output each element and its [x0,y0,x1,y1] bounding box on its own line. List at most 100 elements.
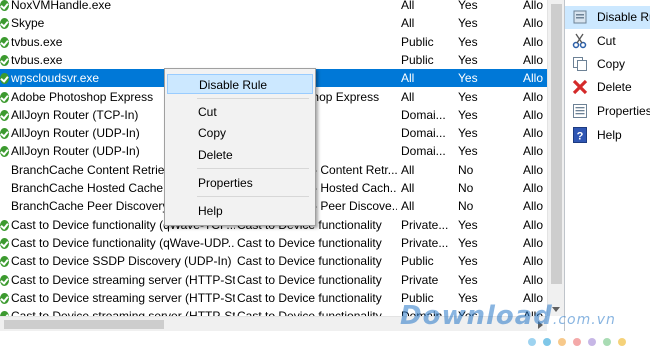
watermark-logo: Download.com.vn [400,301,616,331]
cell-enabled: Yes [458,126,478,141]
vertical-scroll-thumb[interactable] [551,4,562,284]
allow-rule-icon [0,36,9,48]
watermark-dot [588,338,596,346]
action-cut[interactable]: Cut [565,30,650,53]
cell-profile: All [401,181,415,195]
cell-action: Allo [523,162,544,177]
cell-profile: All [401,89,415,104]
cell-enabled: Yes [458,144,478,159]
cell-profile: Domai... [401,144,446,159]
menu-item-properties[interactable]: Properties [167,173,313,193]
cell-enabled: Yes [458,107,478,122]
watermark-dot [618,338,626,346]
watermark-main: Download [400,301,553,331]
cell-enabled: Yes [458,89,478,104]
action-delete[interactable]: Delete [565,76,650,99]
cell-enabled: No [458,181,474,195]
allow-rule-icon [0,73,9,85]
menu-item-label: Cut [198,105,217,119]
cell-enabled: Yes [458,235,478,250]
action-label: Delete [597,80,632,94]
properties-icon [573,104,587,118]
action-properties[interactable]: Properties [565,100,650,123]
context-menu: Disable Rule Cut Copy Delete Properties … [164,68,316,226]
cell-action: Allo [523,89,544,104]
action-help[interactable]: ? Help [565,124,650,147]
cell-profile: All [401,199,415,214]
delete-x-icon [572,79,588,95]
cell-profile: Private... [401,235,449,250]
cell-profile: All [401,71,415,86]
cell-group: Cast to Device functionality [237,235,382,250]
menu-item-help[interactable]: Help [167,201,313,221]
action-label: Help [597,128,622,142]
cell-action: Allo [523,144,544,159]
menu-item-copy[interactable]: Copy [167,123,313,143]
cell-profile: Public [401,34,434,49]
action-label: Properties [597,104,650,118]
cell-action: Allo [523,235,544,250]
table-row[interactable]: tvbus.exe Public Yes Allo [0,33,547,51]
copy-icon [573,57,587,71]
allow-rule-icon [0,256,9,268]
vertical-scrollbar[interactable] [547,0,565,316]
bottom-strip [0,331,650,350]
menu-item-delete[interactable]: Delete [167,145,313,165]
menu-item-label: Disable Rule [199,78,268,92]
action-copy[interactable]: Copy [565,53,650,76]
watermark-dot [528,338,536,346]
cell-profile: Private [401,272,439,287]
action-label: Disable Rule [597,10,650,24]
table-row[interactable]: Skype All Yes Allo [0,14,547,32]
allow-rule-icon [0,128,9,140]
table-row[interactable]: Cast to Device streaming server (HTTP-St… [0,271,547,289]
cell-action: Allo [523,52,544,67]
menu-item-disable-rule[interactable]: Disable Rule [167,74,313,94]
cell-action: Allo [523,254,544,269]
cell-action: Allo [523,199,544,214]
help-icon: ? [573,127,587,143]
menu-item-label: Properties [198,176,253,190]
cell-profile: Domai... [401,107,446,122]
cell-name: Cast to Device SSDP Discovery (UDP-In) [11,254,232,269]
menu-separator [197,196,309,197]
cell-group: Cast to Device functionality [237,254,382,269]
cell-profile: All [401,0,415,12]
cell-profile: All [401,16,415,31]
cell-enabled: Yes [458,34,478,49]
allow-rule-icon [0,292,9,304]
table-row[interactable]: Cast to Device functionality (qWave-UDP.… [0,234,547,252]
cell-name: Cast to Device streaming server (HTTP-St… [11,309,235,316]
table-row[interactable]: Cast to Device SSDP Discovery (UDP-In) Ca… [0,252,547,270]
cell-profile: All [401,162,415,177]
table-row[interactable]: tvbus.exe Public Yes Allo [0,51,547,69]
allow-rule-icon [0,146,9,158]
action-disable-rule[interactable]: Disable Rule [565,6,650,29]
horizontal-scroll-thumb[interactable] [4,320,164,329]
menu-item-cut[interactable]: Cut [167,102,313,122]
cell-enabled: Yes [458,254,478,269]
cell-group: Cast to Device functionality [237,290,382,305]
cell-enabled: No [458,199,474,214]
cell-name: NoxVMHandle.exe [11,0,112,12]
cell-name: Skype [11,16,45,31]
menu-item-label: Delete [198,148,233,162]
cell-profile: Public [401,52,434,67]
cell-group: Cast to Device functionality [237,309,397,316]
table-row[interactable]: NoxVMHandle.exe All Yes Allo [0,0,547,14]
action-label: Cut [597,34,616,48]
cell-action: Allo [523,181,544,195]
cell-name: Cast to Device functionality (qWave-UDP.… [11,235,235,250]
allow-rule-icon [0,54,9,66]
svg-text:?: ? [577,131,584,143]
cell-enabled: Yes [458,217,478,232]
menu-item-label: Copy [198,126,227,140]
menu-item-label: Help [198,204,223,218]
cell-enabled: Yes [458,52,478,67]
allow-rule-icon [0,237,9,249]
cell-name: tvbus.exe [11,34,63,49]
watermark-sub: .com.vn [552,312,616,328]
menu-separator [197,168,309,169]
cell-action: Allo [523,16,544,31]
cell-action: Allo [523,107,544,122]
